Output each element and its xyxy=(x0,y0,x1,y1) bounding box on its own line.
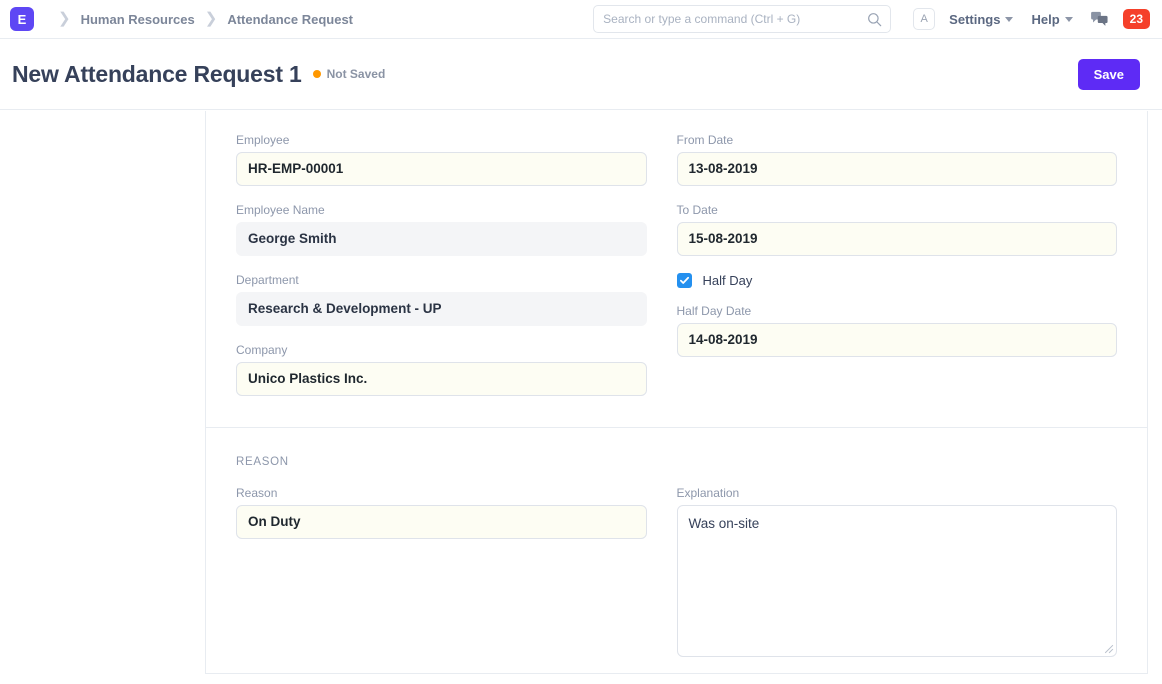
chevron-right-icon: ❯ xyxy=(58,9,71,27)
page-title: New Attendance Request 1 xyxy=(12,60,302,87)
field-company: Company Unico Plastics Inc. xyxy=(236,343,647,396)
form-card: Employee HR-EMP-00001 Employee Name Geor… xyxy=(205,111,1148,674)
select-reason[interactable]: On Duty xyxy=(236,505,647,539)
input-to-date[interactable]: 15-08-2019 xyxy=(676,222,1117,256)
section-heading-reason: REASON xyxy=(236,456,289,468)
input-company[interactable]: Unico Plastics Inc. xyxy=(236,362,647,396)
status-dot-icon xyxy=(312,70,321,78)
reason-column-left: Reason On Duty xyxy=(236,486,677,674)
field-half-day[interactable]: Half Day xyxy=(676,273,1118,288)
input-department: Research & Development - UP xyxy=(236,292,647,326)
app-page: E ❯ Human Resources ❯ Attendance Request… xyxy=(0,0,1162,684)
chevron-right-icon: ❯ xyxy=(204,9,218,27)
notification-badge[interactable]: 23 xyxy=(1122,9,1150,29)
status-badge: Not Saved xyxy=(312,67,386,81)
field-label-employee-name: Employee Name xyxy=(236,203,325,217)
form-column-right: From Date 13-08-2019 To Date 15-08-2019 xyxy=(676,133,1118,413)
checkmark-icon xyxy=(679,276,689,284)
breadcrumb: ❯ Human Resources ❯ Attendance Request xyxy=(48,9,353,27)
search-box[interactable] xyxy=(593,5,892,33)
help-menu[interactable]: Help xyxy=(1031,11,1073,27)
chevron-down-icon xyxy=(1005,16,1014,22)
input-from-date[interactable]: 13-08-2019 xyxy=(676,152,1117,186)
field-employee-name: Employee Name George Smith xyxy=(236,203,647,256)
form-section-details: Employee HR-EMP-00001 Employee Name Geor… xyxy=(206,111,1147,427)
field-label-employee: Employee xyxy=(236,133,290,147)
field-reason: Reason On Duty xyxy=(236,486,647,539)
settings-menu-label: Settings xyxy=(949,11,1001,27)
page-header: New Attendance Request 1 Not Saved Save xyxy=(0,39,1162,110)
avatar[interactable]: A xyxy=(913,8,936,30)
status-label: Not Saved xyxy=(326,67,386,81)
field-explanation: Explanation Was on-site xyxy=(676,486,1117,657)
field-half-day-date: Half Day Date 14-08-2019 xyxy=(676,304,1117,357)
input-half-day-date[interactable]: 14-08-2019 xyxy=(676,323,1117,357)
breadcrumb-item-human-resources[interactable]: Human Resources xyxy=(81,12,195,27)
input-employee[interactable]: HR-EMP-00001 xyxy=(236,152,647,186)
breadcrumb-item-attendance-request[interactable]: Attendance Request xyxy=(227,12,353,27)
input-employee-name: George Smith xyxy=(236,222,647,256)
chevron-down-icon xyxy=(1064,16,1073,22)
help-menu-label: Help xyxy=(1031,11,1060,27)
resize-handle-icon[interactable] xyxy=(1103,643,1114,654)
search-input[interactable] xyxy=(594,6,891,32)
save-button[interactable]: Save xyxy=(1077,58,1140,90)
search-icon[interactable] xyxy=(867,12,882,27)
field-label-department: Department xyxy=(236,273,299,287)
form-column-left: Employee HR-EMP-00001 Employee Name Geor… xyxy=(236,133,677,413)
app-logo-icon[interactable]: E xyxy=(10,7,34,31)
field-label-company: Company xyxy=(236,343,288,357)
chat-bubbles-icon[interactable] xyxy=(1090,11,1109,27)
field-employee: Employee HR-EMP-00001 xyxy=(236,133,647,186)
reason-column-right: Explanation Was on-site xyxy=(676,486,1117,674)
form-section-reason: REASON Reason On Duty Explanation Was on… xyxy=(206,427,1147,684)
top-navbar: E ❯ Human Resources ❯ Attendance Request… xyxy=(0,0,1162,39)
checkbox-label-half-day: Half Day xyxy=(702,273,753,288)
field-label-to-date: To Date xyxy=(676,203,718,217)
field-label-half-day-date: Half Day Date xyxy=(676,304,752,318)
navbar-right-group: A Settings Help 23 xyxy=(593,5,1150,33)
field-to-date: To Date 15-08-2019 xyxy=(676,203,1117,256)
field-from-date: From Date 13-08-2019 xyxy=(676,133,1117,186)
field-department: Department Research & Development - UP xyxy=(236,273,647,326)
checkbox-half-day[interactable] xyxy=(676,273,692,288)
textarea-explanation[interactable]: Was on-site xyxy=(676,505,1117,657)
settings-menu[interactable]: Settings xyxy=(949,11,1014,27)
field-label-explanation: Explanation xyxy=(676,486,740,500)
field-label-from-date: From Date xyxy=(676,133,734,147)
textarea-explanation-value: Was on-site xyxy=(688,516,760,531)
field-label-reason: Reason xyxy=(236,486,278,500)
